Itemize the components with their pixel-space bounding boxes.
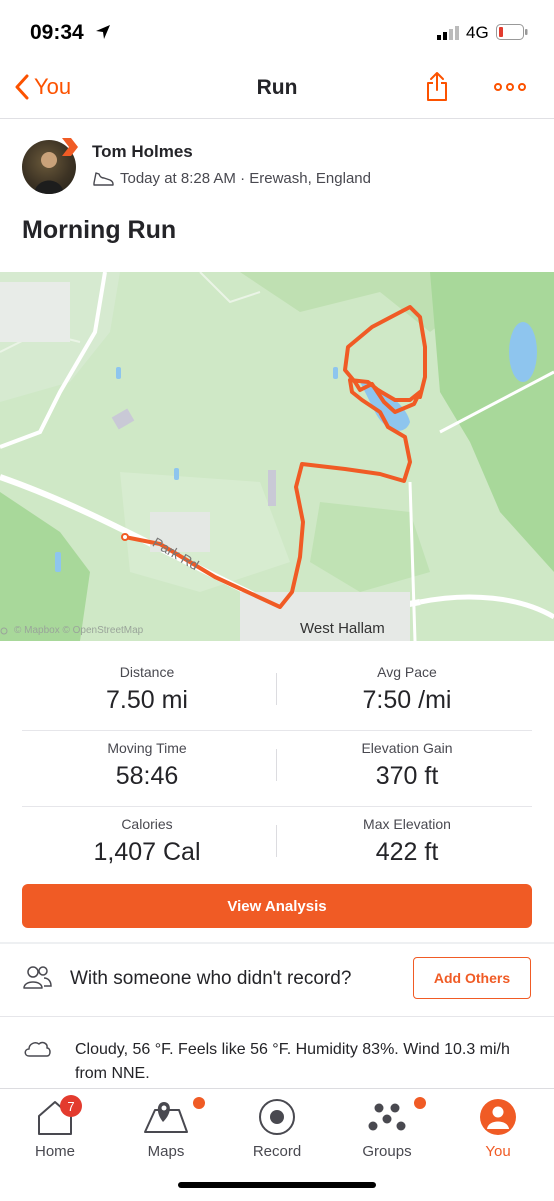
groups-notification-dot (414, 1097, 426, 1109)
stat-max-elevation: Max Elevation 422 ft (282, 816, 532, 867)
people-icon (23, 966, 52, 989)
athlete-header: Tom Holmes Today at 8:28 AM · Erewash, E… (22, 136, 532, 196)
athlete-name[interactable]: Tom Holmes (92, 142, 193, 162)
stat-label: Elevation Gain (361, 740, 453, 756)
tab-icon-wrap: 7 (0, 1095, 110, 1139)
location-arrow-icon (96, 25, 110, 39)
section-divider (0, 1016, 554, 1017)
battery-icon (496, 24, 528, 40)
tab-icon-wrap (222, 1095, 332, 1139)
stats-row: Distance 7.50 mi Avg Pace 7:50 /mi (22, 655, 532, 731)
activity-title: Morning Run (22, 216, 177, 244)
with-someone-text: With someone who didn't record? (70, 968, 352, 989)
tab-label: Groups (362, 1143, 412, 1160)
status-bar: 09:34 4G (0, 0, 554, 64)
header-divider (0, 118, 554, 119)
stat-divider (276, 673, 277, 705)
profile-icon (480, 1099, 516, 1135)
shoe-icon (93, 171, 114, 186)
tab-you[interactable]: You (443, 1095, 553, 1160)
stat-value: 58:46 (115, 762, 179, 790)
tab-label: Maps (147, 1143, 185, 1160)
stat-distance: Distance 7.50 mi (22, 664, 272, 715)
stat-divider (276, 825, 277, 857)
record-icon (259, 1099, 295, 1135)
tab-label: Record (252, 1143, 302, 1160)
stat-value: 7.50 mi (106, 686, 188, 714)
stat-label: Moving Time (107, 740, 187, 756)
map-pin-icon (144, 1102, 188, 1133)
activity-meta: Today at 8:28 AM · Erewash, England (92, 170, 371, 187)
stat-value: 370 ft (375, 762, 439, 790)
share-icon[interactable] (426, 70, 448, 102)
maps-notification-dot (193, 1097, 205, 1109)
home-indicator (178, 1182, 376, 1188)
stats-row: Moving Time 58:46 Elevation Gain 370 ft (22, 731, 532, 807)
stat-calories: Calories 1,407 Cal (22, 816, 272, 867)
tab-home[interactable]: 7 Home (0, 1095, 110, 1160)
stat-value: 422 ft (375, 838, 439, 866)
map-credit: © Mapbox © OpenStreetMap (14, 625, 144, 636)
tab-record[interactable]: Record (222, 1095, 332, 1160)
tab-groups[interactable]: Groups (332, 1095, 442, 1160)
tab-icon-wrap (111, 1095, 221, 1139)
groups-icon (368, 1103, 406, 1131)
tab-icon-wrap (332, 1095, 442, 1139)
stat-avg-pace: Avg Pace 7:50 /mi (282, 664, 532, 715)
stat-moving-time: Moving Time 58:46 (22, 740, 272, 791)
notification-badge: 7 (60, 1095, 82, 1117)
tab-icon-wrap (443, 1095, 553, 1139)
with-someone-row: With someone who didn't record? Add Othe… (0, 944, 554, 1014)
view-analysis-button[interactable]: View Analysis (22, 884, 532, 928)
page-title: Run (256, 76, 298, 99)
stat-value: 1,407 Cal (93, 838, 201, 866)
nav-bar: You Run (0, 64, 554, 116)
tab-label: Home (34, 1143, 75, 1160)
stats-grid: Distance 7.50 mi Avg Pace 7:50 /mi Movin… (0, 655, 554, 882)
stat-label: Max Elevation (363, 816, 451, 832)
status-time: 09:34 (30, 21, 84, 44)
tab-label: You (485, 1143, 511, 1160)
route-map[interactable]: Park Rd West Hallam © Mapbox © OpenStree… (0, 272, 554, 641)
signal-icon (437, 26, 459, 40)
place-label: West Hallam (300, 620, 385, 637)
weather-text: Cloudy, 56 °F. Feels like 56 °F. Humidit… (75, 1041, 510, 1082)
stat-value: 7:50 /mi (362, 686, 452, 714)
more-options-icon[interactable] (494, 78, 526, 96)
weather-row: Cloudy, 56 °F. Feels like 56 °F. Humidit… (0, 1030, 554, 1086)
strava-badge-icon (62, 138, 78, 156)
stat-label: Calories (121, 816, 173, 832)
tab-maps[interactable]: Maps (111, 1095, 221, 1160)
activity-meta-text: Today at 8:28 AM · Erewash, England (120, 170, 371, 187)
stat-label: Avg Pace (377, 664, 437, 680)
stats-row: Calories 1,407 Cal Max Elevation 422 ft (22, 807, 532, 882)
stat-elevation-gain: Elevation Gain 370 ft (282, 740, 532, 791)
add-others-button[interactable]: Add Others (413, 957, 531, 999)
map-canvas (0, 272, 554, 641)
cloud-icon (24, 1041, 51, 1057)
stat-divider (276, 749, 277, 781)
stat-label: Distance (119, 664, 175, 680)
network-type: 4G (466, 23, 489, 42)
